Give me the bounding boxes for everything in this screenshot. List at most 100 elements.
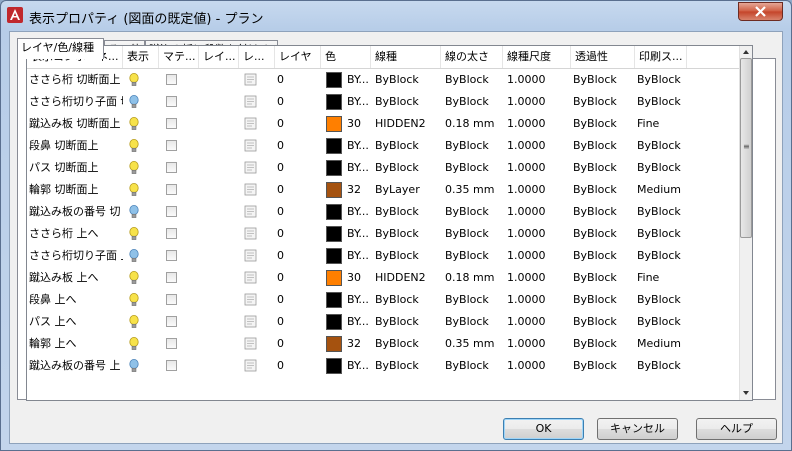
lineweight-value[interactable]: ByBlock	[445, 157, 501, 179]
color-value[interactable]: BY...	[347, 311, 371, 333]
linetype-value[interactable]: HIDDEN2	[375, 267, 439, 289]
layer-override-icon[interactable]	[244, 205, 257, 218]
transparency-value[interactable]: ByBlock	[573, 223, 633, 245]
plot-style-value[interactable]: ByBlock	[637, 201, 697, 223]
display-component-name[interactable]: ささら桁切り子面 上	[29, 245, 123, 267]
display-component-name[interactable]: パス 上へ	[29, 311, 123, 333]
layer-value[interactable]: 0	[277, 223, 297, 245]
ok-button[interactable]: OK	[503, 418, 584, 440]
table-row[interactable]: 蹴込み板の番号 上 0 BY... ByBlock ByBlock 1.0000 ByBlo…	[27, 355, 739, 377]
lineweight-value[interactable]: ByBlock	[445, 245, 501, 267]
lineweight-value[interactable]: ByBlock	[445, 311, 501, 333]
linetype-value[interactable]: ByBlock	[375, 245, 439, 267]
lightbulb-icon[interactable]	[129, 359, 139, 373]
lineweight-value[interactable]: ByBlock	[445, 355, 501, 377]
scroll-thumb[interactable]: ≡	[740, 58, 752, 238]
lineweight-value[interactable]: ByBlock	[445, 223, 501, 245]
layer-override-icon[interactable]	[244, 293, 257, 306]
lineweight-value[interactable]: 0.18 mm	[445, 113, 501, 135]
material-checkbox[interactable]	[166, 294, 177, 305]
close-button[interactable]	[738, 2, 783, 21]
table-row[interactable]: ささら桁 切断面上 0 BY... ByBlock ByBlock 1.0000 ByBlo…	[27, 69, 739, 91]
layer-override-icon[interactable]	[244, 183, 257, 196]
col-header-plot-style[interactable]: 印刷ス...	[635, 46, 687, 68]
table-row[interactable]: 輪郭 上へ 0 32 ByBlock 0.35 mm 1.0000 ByBlock Mediu…	[27, 333, 739, 355]
layer-override-icon[interactable]	[244, 315, 257, 328]
transparency-value[interactable]: ByBlock	[573, 157, 633, 179]
plot-style-value[interactable]: Fine	[637, 113, 697, 135]
color-swatch[interactable]	[326, 358, 342, 374]
linetype-value[interactable]: ByBlock	[375, 223, 439, 245]
color-value[interactable]: BY...	[347, 289, 371, 311]
table-row[interactable]: 段鼻 切断面上 0 BY... ByBlock ByBlock 1.0000 ByBlock…	[27, 135, 739, 157]
layer-override-icon[interactable]	[244, 271, 257, 284]
table-row[interactable]: 輪郭 切断面上 0 32 ByLayer 0.35 mm 1.0000 ByBlock Med…	[27, 179, 739, 201]
material-checkbox[interactable]	[166, 184, 177, 195]
color-value[interactable]: 32	[347, 333, 371, 355]
transparency-value[interactable]: ByBlock	[573, 245, 633, 267]
display-component-name[interactable]: 段鼻 切断面上	[29, 135, 123, 157]
lightbulb-icon[interactable]	[129, 95, 139, 109]
plot-style-value[interactable]: ByBlock	[637, 355, 697, 377]
linetype-value[interactable]: ByBlock	[375, 157, 439, 179]
lightbulb-icon[interactable]	[129, 161, 139, 175]
plot-style-value[interactable]: Medium	[637, 179, 697, 201]
color-value[interactable]: BY...	[347, 245, 371, 267]
color-value[interactable]: 30	[347, 113, 371, 135]
transparency-value[interactable]: ByBlock	[573, 113, 633, 135]
layer-override-icon[interactable]	[244, 227, 257, 240]
lightbulb-icon[interactable]	[129, 337, 139, 351]
color-swatch[interactable]	[326, 72, 342, 88]
color-value[interactable]: BY...	[347, 69, 371, 91]
layer-override-icon[interactable]	[244, 73, 257, 86]
display-component-name[interactable]: 輪郭 上へ	[29, 333, 123, 355]
layer-value[interactable]: 0	[277, 91, 297, 113]
transparency-value[interactable]: ByBlock	[573, 311, 633, 333]
transparency-value[interactable]: ByBlock	[573, 91, 633, 113]
linetype-scale-value[interactable]: 1.0000	[507, 157, 567, 179]
lightbulb-icon[interactable]	[129, 315, 139, 329]
col-header-layer-a[interactable]: レイ...	[199, 46, 239, 68]
material-checkbox[interactable]	[166, 96, 177, 107]
linetype-value[interactable]: ByBlock	[375, 91, 439, 113]
linetype-scale-value[interactable]: 1.0000	[507, 267, 567, 289]
layer-value[interactable]: 0	[277, 113, 297, 135]
lineweight-value[interactable]: ByBlock	[445, 69, 501, 91]
table-row[interactable]: 蹴込み板の番号 切 0 BY... ByBlock ByBlock 1.0000 ByBlo…	[27, 201, 739, 223]
linetype-scale-value[interactable]: 1.0000	[507, 311, 567, 333]
col-header-lineweight[interactable]: 線の太さ	[441, 46, 503, 68]
tab-layer-color-linetype[interactable]: レイヤ/色/線種	[17, 38, 104, 59]
color-swatch[interactable]	[326, 138, 342, 154]
linetype-value[interactable]: ByBlock	[375, 355, 439, 377]
plot-style-value[interactable]: ByBlock	[637, 69, 697, 91]
title-bar[interactable]: 表示プロパティ (図面の既定値) - プラン	[1, 1, 791, 31]
plot-style-value[interactable]: ByBlock	[637, 223, 697, 245]
linetype-value[interactable]: ByBlock	[375, 289, 439, 311]
color-value[interactable]: BY...	[347, 223, 371, 245]
transparency-value[interactable]: ByBlock	[573, 135, 633, 157]
display-component-name[interactable]: 段鼻 上へ	[29, 289, 123, 311]
layer-value[interactable]: 0	[277, 201, 297, 223]
layer-override-icon[interactable]	[244, 139, 257, 152]
layer-value[interactable]: 0	[277, 355, 297, 377]
transparency-value[interactable]: ByBlock	[573, 201, 633, 223]
lightbulb-icon[interactable]	[129, 73, 139, 87]
plot-style-value[interactable]: Medium	[637, 333, 697, 355]
material-checkbox[interactable]	[166, 74, 177, 85]
material-checkbox[interactable]	[166, 162, 177, 173]
color-value[interactable]: BY...	[347, 157, 371, 179]
linetype-value[interactable]: ByLayer	[375, 179, 439, 201]
layer-value[interactable]: 0	[277, 311, 297, 333]
color-swatch[interactable]	[326, 94, 342, 110]
lineweight-value[interactable]: ByBlock	[445, 201, 501, 223]
plot-style-value[interactable]: Fine	[637, 267, 697, 289]
layer-value[interactable]: 0	[277, 69, 297, 91]
linetype-value[interactable]: ByBlock	[375, 333, 439, 355]
cancel-button[interactable]: キャンセル	[597, 418, 678, 440]
lineweight-value[interactable]: ByBlock	[445, 289, 501, 311]
layer-value[interactable]: 0	[277, 333, 297, 355]
display-component-name[interactable]: 輪郭 切断面上	[29, 179, 123, 201]
material-checkbox[interactable]	[166, 316, 177, 327]
lineweight-value[interactable]: ByBlock	[445, 135, 501, 157]
lightbulb-icon[interactable]	[129, 249, 139, 263]
